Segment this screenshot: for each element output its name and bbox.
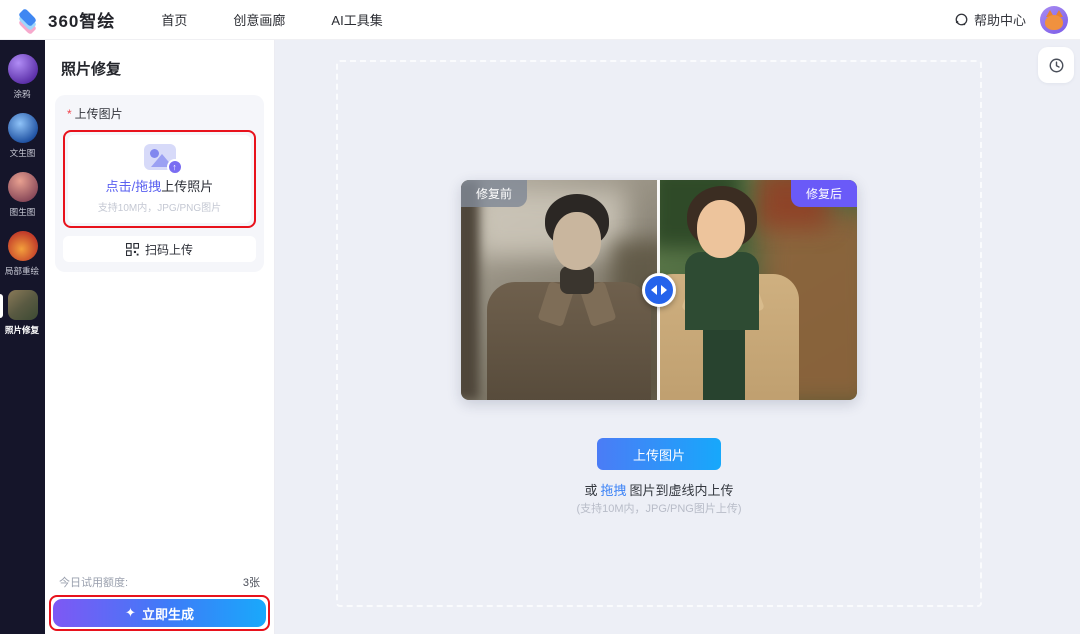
top-navbar: 360智绘 首页 创意画廊 AI工具集 帮助中心 [0, 0, 1080, 40]
dropzone-text: 点击/拖拽上传照片 [106, 176, 214, 195]
after-image [659, 180, 857, 400]
quota-label: 今日试用额度: [59, 574, 128, 590]
qr-upload-label: 扫码上传 [145, 241, 193, 258]
after-badge: 修复后 [791, 180, 857, 207]
quota-value: 3张 [243, 574, 260, 590]
dropzone-note: 支持10M内，JPG/PNG图片 [98, 199, 221, 214]
arrow-left-icon [651, 285, 657, 295]
before-image [461, 180, 659, 400]
inpaint-thumbnail [8, 231, 38, 261]
annotation-box-generate: ✦ 立即生成 [49, 595, 270, 631]
header-right: 帮助中心 [954, 6, 1068, 34]
rail-item-image-to-image[interactable]: 图生图 [0, 172, 45, 218]
rail-item-photo-repair[interactable]: 照片修复 [0, 290, 45, 336]
upload-dropzone[interactable]: ↑ 点击/拖拽上传照片 支持10M内，JPG/PNG图片 [68, 135, 251, 223]
doodle-thumbnail [8, 54, 38, 84]
rail-item-doodle[interactable]: 涂鸦 [0, 54, 45, 100]
drag-hint-text: 或拖拽图片到虚线内上传 [338, 480, 980, 499]
dropzone-canvas-card[interactable]: 修复前 修复后 上传图片 或拖拽图片到虚线内上传 (支持10M内，JPG/PNG… [336, 60, 982, 607]
upload-section: * 上传图片 ↑ 点击/拖拽上传照片 支持10M内，JPG/PNG图片 [55, 95, 264, 272]
nav-item-ai-tools[interactable]: AI工具集 [331, 10, 382, 29]
page-title: 照片修复 [45, 40, 274, 79]
qr-upload-button[interactable]: 扫码上传 [63, 236, 256, 262]
generate-button[interactable]: ✦ 立即生成 [53, 599, 266, 627]
support-note: (支持10M内，JPG/PNG图片上传) [338, 500, 980, 516]
image-upload-icon: ↑ [144, 144, 176, 170]
photo-repair-thumbnail [8, 290, 38, 320]
logo-layers-icon [16, 8, 40, 32]
clock-icon [1048, 57, 1065, 74]
app-logo[interactable]: 360智绘 [16, 7, 115, 32]
rail-item-inpaint[interactable]: 局部重绘 [0, 231, 45, 277]
before-badge: 修复前 [461, 180, 527, 207]
arrow-right-icon [661, 285, 667, 295]
quota-row: 今日试用额度: 3张 [59, 574, 260, 590]
image-to-image-thumbnail [8, 172, 38, 202]
compare-slider-handle[interactable] [642, 273, 676, 307]
main-canvas-area: 修复前 修复后 上传图片 或拖拽图片到虚线内上传 (支持10M内，JPG/PNG… [275, 40, 1080, 634]
nav-item-gallery[interactable]: 创意画廊 [233, 10, 285, 29]
rail-item-text-to-image[interactable]: 文生图 [0, 113, 45, 159]
main-nav: 首页 创意画廊 AI工具集 [161, 10, 382, 29]
sparkles-icon: ✦ [125, 605, 136, 621]
user-avatar[interactable] [1040, 6, 1068, 34]
logo-text: 360智绘 [48, 7, 115, 32]
settings-panel: 照片修复 * 上传图片 ↑ 点击/拖拽上传照片 支持10M内，JPG/PNG图片 [45, 40, 275, 634]
upload-image-button[interactable]: 上传图片 [597, 438, 721, 470]
upload-field-label: * 上传图片 [63, 105, 256, 122]
help-center-button[interactable]: 帮助中心 [954, 10, 1026, 29]
text-to-image-thumbnail [8, 113, 38, 143]
tool-rail: 涂鸦 文生图 图生图 局部重绘 照片修复 [0, 40, 45, 634]
annotation-box-upload: ↑ 点击/拖拽上传照片 支持10M内，JPG/PNG图片 [63, 130, 256, 228]
generate-button-label: 立即生成 [142, 604, 194, 623]
help-center-label: 帮助中心 [974, 10, 1026, 29]
required-mark: * [67, 107, 72, 121]
headset-icon [954, 12, 969, 27]
qr-code-icon [126, 243, 139, 256]
history-button[interactable] [1038, 47, 1074, 83]
nav-item-home[interactable]: 首页 [161, 10, 187, 29]
before-after-compare: 修复前 修复后 [461, 180, 857, 400]
